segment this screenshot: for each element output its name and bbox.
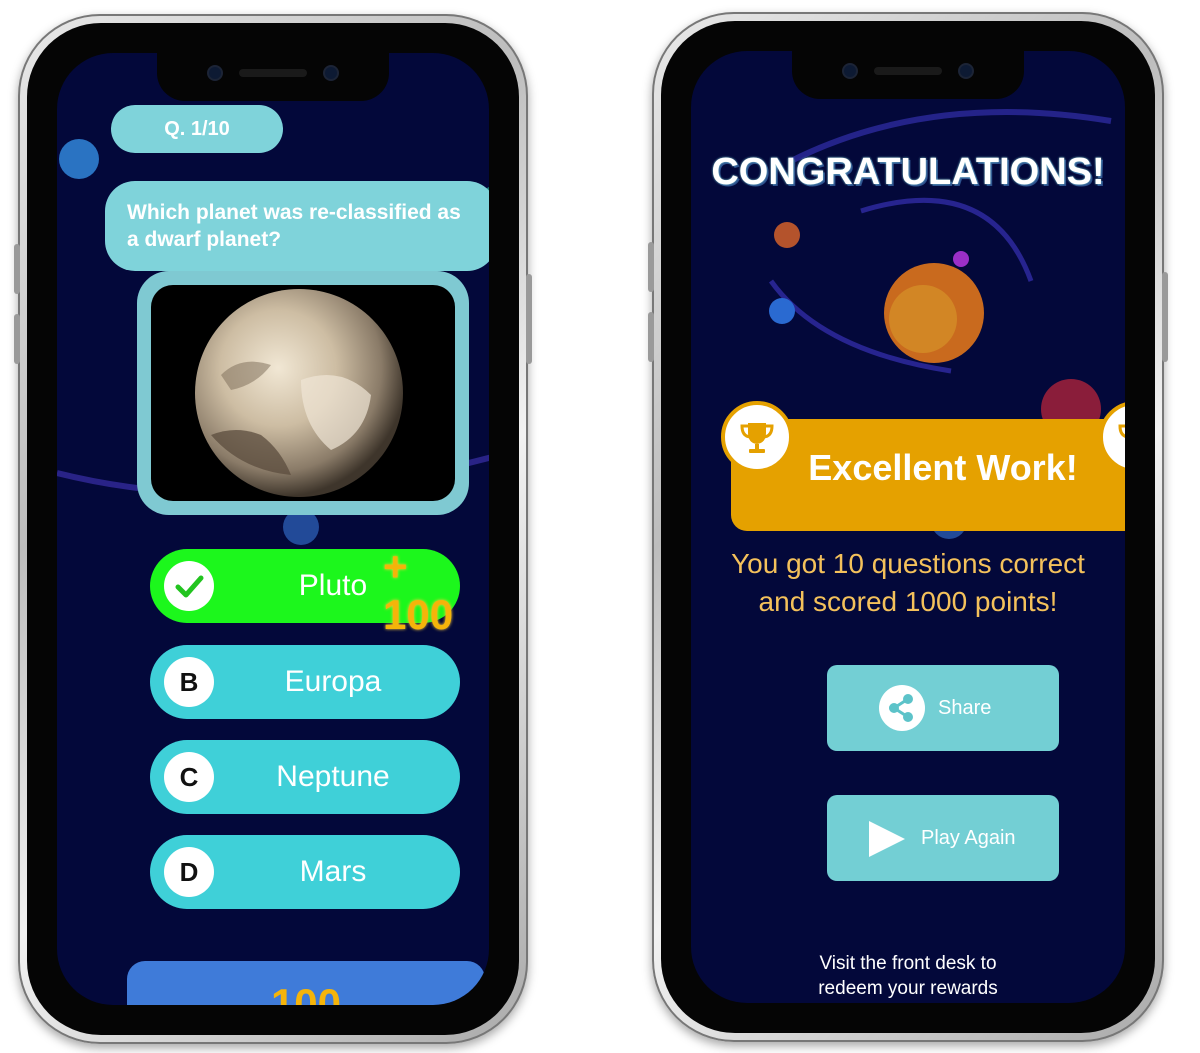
play-icon	[867, 819, 907, 865]
question-counter: Q. 1/10	[111, 105, 283, 153]
speaker-grille	[874, 67, 942, 75]
pluto-image	[151, 285, 455, 501]
phone-bezel: CONGRATULATIONS! Excellent Work! You got…	[661, 21, 1155, 1033]
share-label: Share	[938, 696, 992, 719]
quiz-screen: Q. 1/10 Which planet was re-classified a…	[57, 53, 489, 1005]
right-phone: CONGRATULATIONS! Excellent Work! You got…	[648, 12, 1168, 1042]
volume-button	[14, 314, 20, 364]
question-image-frame	[137, 271, 469, 515]
power-button	[1162, 272, 1168, 362]
answer-label: Neptune	[276, 760, 390, 793]
result-line-1: You got 10 questions correct	[731, 548, 1085, 579]
points-popup: + 100	[383, 543, 454, 638]
power-button	[526, 274, 532, 364]
sensor-icon	[325, 67, 337, 79]
sensor-icon	[960, 65, 972, 77]
answer-option-c[interactable]: C Neptune	[150, 740, 460, 814]
answer-label: Mars	[299, 855, 367, 888]
camera-icon	[209, 67, 221, 79]
congratulations-title: CONGRATULATIONS!	[711, 151, 1105, 193]
share-icon	[879, 685, 925, 731]
result-line-2: and scored 1000 points!	[758, 586, 1058, 617]
result-summary: You got 10 questions correct and scored …	[711, 545, 1105, 621]
volume-button	[14, 244, 20, 294]
question-text: Which planet was re-classified as a dwar…	[127, 201, 461, 251]
trophy-icon	[721, 401, 793, 473]
speaker-grille	[239, 69, 307, 77]
volume-button	[648, 312, 654, 362]
answer-option-b[interactable]: B Europa	[150, 645, 460, 719]
camera-icon	[844, 65, 856, 77]
volume-button	[648, 242, 654, 292]
play-again-label: Play Again	[921, 826, 1016, 849]
banner-text: Excellent Work!	[808, 447, 1078, 488]
left-phone: Q. 1/10 Which planet was re-classified a…	[14, 14, 532, 1044]
results-screen: CONGRATULATIONS! Excellent Work! You got…	[691, 51, 1125, 1003]
play-again-button[interactable]: Play Again	[827, 795, 1059, 881]
phone-bezel: Q. 1/10 Which planet was re-classified a…	[27, 23, 519, 1035]
score-bar: 100	[127, 961, 485, 1005]
footer-line-1: Visit the front desk to	[819, 953, 997, 974]
question-bubble: Which planet was re-classified as a dwar…	[105, 181, 489, 271]
footer-line-2: redeem your rewards	[818, 978, 998, 999]
answer-option-d[interactable]: D Mars	[150, 835, 460, 909]
answer-label: Europa	[284, 665, 382, 698]
redeem-rewards-note: Visit the front desk to redeem your rewa…	[691, 951, 1125, 1001]
notch	[157, 53, 389, 101]
share-button[interactable]: Share	[827, 665, 1059, 751]
notch	[792, 51, 1024, 99]
